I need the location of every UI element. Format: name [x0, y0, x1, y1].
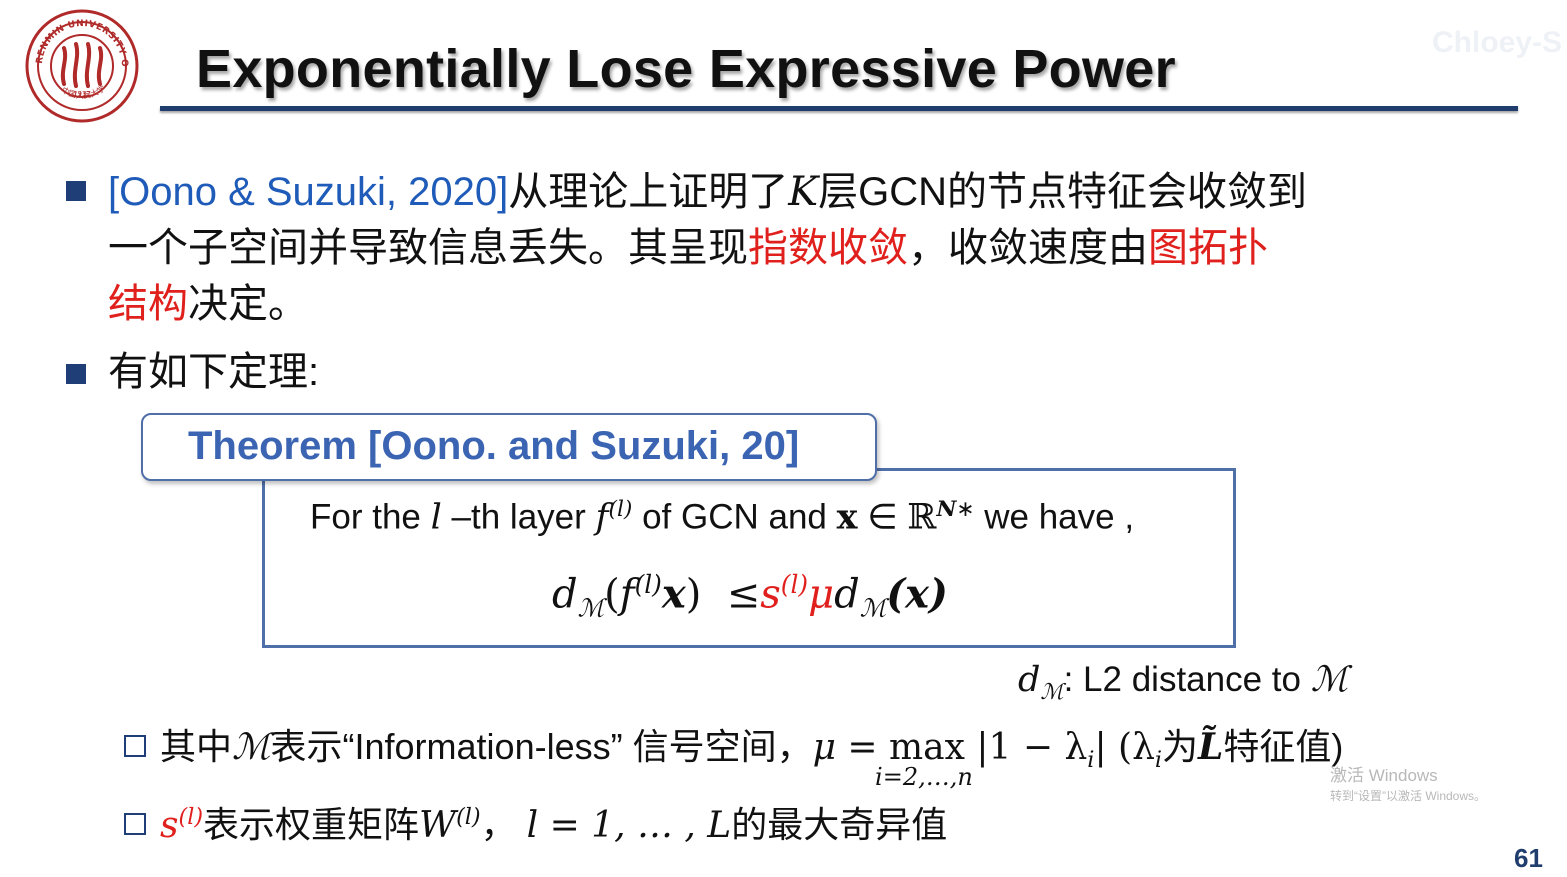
note-M: ℳ [1040, 680, 1064, 705]
t2-f: f [619, 571, 635, 618]
note-d: d [1018, 660, 1041, 700]
sub1-a: 其中 [160, 726, 233, 767]
t2-d2: d [834, 571, 860, 618]
sub2-c: 的最大奇异值 [731, 804, 948, 845]
t1-th-layer: –th layer [441, 497, 596, 537]
t2-d: d [552, 571, 578, 618]
sub2-W: W [419, 805, 457, 846]
sub1-max: max [889, 727, 965, 768]
bullet-square-icon [66, 181, 86, 201]
bullet1-line1: [Oono & Suzuki, 2020]从理论上证明了K层GCN的节点特征会收… [108, 164, 1307, 220]
highlight-exponential: 指数收敛 [748, 226, 908, 270]
sub2-l-eq: l = 1, … , L [526, 805, 732, 846]
theorem-line1: For the l –th layer f(l) of GCN and x ∈ … [310, 496, 1134, 538]
t1-l: l [430, 497, 442, 538]
bullet1-line2-a: 一个子空间并导致信息丢失。其呈现 [108, 226, 748, 270]
t1-for-the: For the [310, 497, 431, 537]
t2-close: ) [685, 571, 702, 618]
note-text: : L2 distance to [1063, 660, 1311, 699]
sub1-paren-c: 特征值) [1223, 726, 1344, 767]
bullet1-text-a: 从理论上证明了 [508, 170, 789, 214]
t2-M2: ℳ [859, 593, 887, 623]
t1-we-have: we have , [974, 497, 1135, 537]
t1-star: ∗ [956, 496, 975, 521]
page-number: 61 [1514, 843, 1543, 873]
sub1-max-sub: i=2,…,n [875, 763, 973, 791]
bullet-square-icon [66, 364, 86, 384]
sub-bullet2: s(l)表示权重矩阵W(l)， l = 1, … , L的最大奇异值 [160, 796, 947, 848]
sub2-a: 表示权重矩阵 [203, 804, 420, 845]
sub1-L: L̃ [1198, 726, 1224, 768]
hollow-square-bullet-icon [124, 813, 146, 835]
bullet1-line2-b: ，收敛速度由 [908, 226, 1148, 270]
sub2-b: ， [480, 804, 527, 845]
sub1-M: ℳ [232, 727, 271, 768]
watermark: Chloey-S [1432, 26, 1563, 59]
t2-open: ( [604, 571, 620, 618]
t2-s: s [760, 571, 781, 618]
citation-link[interactable]: [Oono & Suzuki, 2020] [108, 170, 508, 214]
bullet2-text: 有如下定理: [108, 350, 320, 394]
sub1-abs: |1 − λ [964, 727, 1088, 768]
sub2-W-sup: (l) [456, 804, 481, 830]
bullet1-line2: 一个子空间并导致信息丢失。其呈现指数收敛，收敛速度由图拓扑 [108, 220, 1268, 276]
t2-x: x [661, 570, 686, 618]
t2-M: ℳ [577, 593, 605, 623]
sub1-abs-end: | [1094, 727, 1107, 768]
theorem-title: Theorem [Oono. and Suzuki, 20] [188, 424, 800, 468]
sub1-paren-i: i [1154, 747, 1163, 774]
t2-x2: (x) [886, 570, 948, 618]
t2-leq: ≤ [726, 571, 761, 618]
bullet1-line3: 结构决定。 [108, 276, 308, 332]
sub1-max-block: max i=2,…,n [875, 727, 973, 791]
highlight-graph-topology: 图拓扑 [1148, 226, 1268, 270]
sub1-paren-a: (λ [1106, 727, 1155, 768]
t2-s-sup: (l) [780, 570, 809, 599]
distance-note: dℳ: L2 distance to ℳ [1018, 660, 1348, 705]
windows-line1: 激活 Windows [1330, 766, 1438, 785]
t1-sup-l: (l) [608, 497, 633, 522]
windows-activation-notice: 激活 Windows 转到“设置”以激活 Windows。 [1330, 766, 1486, 806]
hollow-square-bullet-icon [124, 735, 146, 757]
sub1-mu-eq: μ = [812, 727, 890, 768]
seal-year: 1937 [73, 90, 91, 98]
t1-R: ℝ [907, 497, 937, 538]
bullet1-line3-b: 决定。 [188, 282, 308, 326]
t1-sup-n: N [936, 497, 957, 522]
t1-x: x [836, 496, 858, 538]
bullet1-text-b: 层GCN的节点特征会收敛到 [818, 170, 1308, 214]
university-seal-logo: RENMIN UNIVERSITY OF CHINA 中国人民大学 1937 [24, 8, 139, 123]
t1-f: f [595, 497, 609, 538]
sub2-s-sup: (l) [178, 804, 204, 830]
highlight-structure: 结构 [108, 282, 188, 326]
title-underline [160, 106, 1518, 111]
sub-bullet1: 其中ℳ表示“Information-less” 信号空间，μ = max i=2,… [160, 718, 1344, 791]
sub2-s: s [160, 805, 179, 846]
sub1-paren-b: 为 [1162, 726, 1199, 767]
sub1-b: 表示“Information-less” 信号空间， [270, 726, 813, 767]
theorem-inequality: dℳ(f(l)x) ≤s(l)μdℳ(x) [552, 570, 948, 622]
t2-sup-l: (l) [634, 570, 662, 599]
t1-of-gcn: of GCN and [632, 497, 837, 537]
t2-mu: μ [808, 571, 835, 618]
note-M-end: ℳ [1310, 660, 1349, 700]
windows-line2: 转到“设置”以激活 Windows。 [1330, 789, 1487, 803]
var-k: K [788, 169, 819, 215]
t1-in: ∈ [857, 497, 908, 537]
slide-title: Exponentially Lose Expressive Power [196, 39, 1176, 99]
